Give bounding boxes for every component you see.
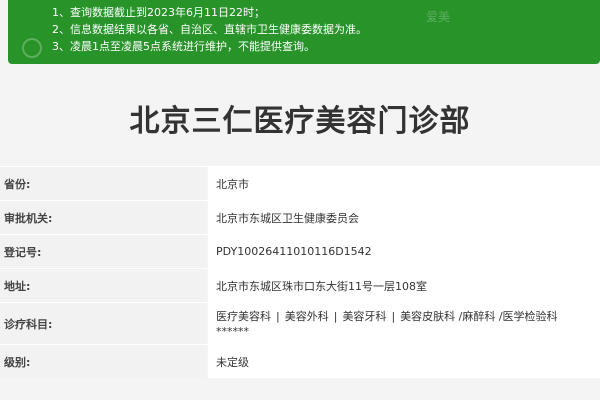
department-item: 美容外科 xyxy=(284,309,329,323)
row-label: 地址: xyxy=(0,269,205,302)
notice-line-2: 2、信息数据结果以各省、自治区、直辖市卫生健康委数据为准。 xyxy=(52,23,367,36)
notice-banner: 爱美 1、查询数据截止到2023年6月11日22时； 2、信息数据结果以各省、自… xyxy=(8,0,600,64)
page-title: 北京三仁医疗美容门诊部 xyxy=(129,104,471,139)
row-label: 登记号: xyxy=(0,235,205,268)
table-row-registration-number: 登记号: PDY10026411010116D1542 xyxy=(0,234,600,268)
department-separator: | xyxy=(276,309,280,323)
row-value: 北京市东城区卫生健康委员会 xyxy=(208,201,600,234)
table-row-level: 级别: 未定级 xyxy=(0,344,600,378)
clinic-info-table: 省份: 北京市 审批机关: 北京市东城区卫生健康委员会 登记号: PDY1002… xyxy=(0,166,600,378)
row-label: 审批机关: xyxy=(0,201,205,234)
row-label: 省份: xyxy=(0,167,205,200)
table-row-province: 省份: 北京市 xyxy=(0,166,600,200)
department-separator: | xyxy=(333,309,338,323)
row-value: 北京市 xyxy=(208,167,600,200)
department-separator: | xyxy=(391,309,396,323)
row-value: 北京市东城区珠市口东大街11号一层108室 xyxy=(208,269,600,302)
row-value: 未定级 xyxy=(208,345,600,378)
table-row-departments: 诊疗科目: 医疗美容科 | 美容外科 | 美容牙科 | 美容皮肤科 /麻醉科 /医学检验科 … xyxy=(0,302,600,344)
notice-line-3: 3、凌晨1点至凌晨5点系统进行维护，不能提供查询。 xyxy=(52,40,315,53)
departments-line-1: 医疗美容科 | 美容外科 | 美容牙科 | 美容皮肤科 /麻醉科 /医学检验科 xyxy=(216,309,558,324)
watermark-text: 爱美 xyxy=(425,10,450,24)
department-item: 美容皮肤科 /麻醉科 /医学检验科 xyxy=(400,309,558,323)
departments-line-2: ****** xyxy=(216,324,249,338)
department-item: 美容牙科 xyxy=(342,309,387,323)
notice-line-1: 1、查询数据截止到2023年6月11日22时； xyxy=(52,6,265,19)
department-item: 医疗美容科 xyxy=(216,309,271,323)
row-label: 诊疗科目: xyxy=(0,303,205,344)
row-label: 级别: xyxy=(0,345,205,378)
table-row-address: 地址: 北京市东城区珠市口东大街11号一层108室 xyxy=(0,268,600,302)
watermark-logo-icon xyxy=(22,38,42,58)
row-value: PDY10026411010116D1542 xyxy=(208,235,600,268)
table-row-approval-authority: 审批机关: 北京市东城区卫生健康委员会 xyxy=(0,200,600,234)
row-value: 医疗美容科 | 美容外科 | 美容牙科 | 美容皮肤科 /麻醉科 /医学检验科 ****** xyxy=(208,303,600,344)
